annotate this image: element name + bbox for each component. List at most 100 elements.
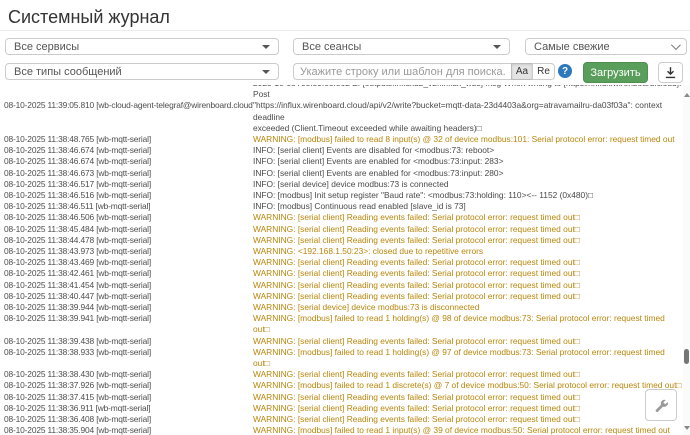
log-message: WARNING: [serial client] Reading events … — [253, 414, 580, 424]
log-row-body: WARNING: [serial client] Reading events … — [253, 280, 682, 291]
log-message: WARNING: [serial client] Reading events … — [253, 212, 580, 222]
log-row-body: WARNING: [serial client] Reading events … — [253, 392, 682, 403]
log-row: 08-10-2025 11:38:46.674 [wb-mqtt-serial]… — [4, 156, 682, 167]
question-glyph: ? — [562, 66, 568, 77]
log-row-meta: 08-10-2025 11:38:46.674 [wb-mqtt-serial] — [4, 156, 253, 167]
search-group: Aa Re — [293, 63, 555, 80]
log-message: 2025-10-08T08:39:05.862 E! [outputs.infl… — [253, 85, 681, 99]
log-row-body: WARNING: [serial client] Reading events … — [253, 403, 682, 414]
log-service-tag: [wb-mqtt-serial] — [96, 380, 151, 390]
log-service-tag: [wb-mqtt-serial] — [96, 414, 151, 424]
log-message: INFO: [serial client] Events are disable… — [253, 145, 494, 155]
log-service-tag: [wb-mqtt-serial] — [96, 313, 151, 323]
log-row-body: WARNING: [serial client] Reading events … — [253, 235, 682, 246]
log-message: WARNING: [serial client] Reading events … — [253, 280, 580, 290]
scroll-down-icon[interactable] — [684, 426, 690, 430]
log-service-tag: [wb-mqtt-serial] — [96, 280, 151, 290]
log-timestamp: 08-10-2025 11:38:37.926 — [4, 380, 94, 390]
scroll-up-icon[interactable] — [684, 93, 690, 97]
log-row: 08-10-2025 11:38:39.941 [wb-mqtt-serial]… — [4, 313, 682, 335]
log-row: 08-10-2025 11:39:05.810 [wb-cloud-agent-… — [4, 100, 682, 134]
log-timestamp: 08-10-2025 11:38:36.911 — [4, 403, 93, 413]
log-service-tag: [wb-mqtt-serial] — [96, 246, 151, 256]
log-message: WARNING: [serial client] Reading events … — [253, 291, 580, 301]
log-row-meta: 08-10-2025 11:38:46.673 [wb-mqtt-serial] — [4, 168, 253, 179]
log-row-meta: 08-10-2025 11:38:36.408 [wb-mqtt-serial] — [4, 414, 253, 425]
log-timestamp: 08-10-2025 11:38:45.484 — [4, 224, 94, 234]
log-message: WARNING: [serial client] Reading events … — [253, 369, 580, 379]
freshness-select[interactable]: Самые свежие — [525, 38, 687, 55]
log-row: 08-10-2025 11:38:46.506 [wb-mqtt-serial]… — [4, 212, 682, 223]
log-service-tag: [wb-mqtt-serial] — [96, 212, 151, 222]
log-message: WARNING: [modbus] failed to read 1 discr… — [253, 380, 681, 390]
log-timestamp: 08-10-2025 11:38:46.674 — [4, 156, 94, 166]
log-message: WARNING: [modbus] failed to read 8 input… — [253, 134, 675, 144]
log-row-meta: 08-10-2025 11:38:38.430 [wb-mqtt-serial] — [4, 369, 253, 380]
log-row: 08-10-2025 11:38:46.517 [wb-mqtt-serial]… — [4, 179, 682, 190]
log-row-body: WARNING: [serial client] Reading events … — [253, 336, 682, 347]
log-row-meta: 08-10-2025 11:38:35.904 [wb-mqtt-serial] — [4, 425, 253, 435]
log-timestamp: 08-10-2025 11:38:46.506 — [4, 212, 94, 222]
log-row: 08-10-2025 11:38:41.454 [wb-mqtt-serial]… — [4, 280, 682, 291]
settings-fab-button[interactable] — [645, 389, 677, 421]
message-types-select[interactable]: Все типы сообщений — [5, 63, 279, 80]
log-row-body: WARNING: [serial client] Reading events … — [253, 268, 682, 279]
log-row-body: INFO: [serial device] device modbus:73 i… — [253, 179, 682, 190]
caret-down-icon — [262, 45, 270, 49]
scrollbar-thumb[interactable] — [684, 349, 689, 364]
log-message: INFO: [modbus] Init setup register "Baud… — [253, 190, 593, 200]
sessions-select[interactable]: Все сеансы — [293, 38, 510, 55]
log-row-body: WARNING: [serial client] Reading events … — [253, 257, 682, 268]
log-timestamp: 08-10-2025 11:38:35.904 — [4, 425, 94, 435]
log-row-meta: 08-10-2025 11:38:46.511 [wb-mqtt-serial] — [4, 201, 253, 212]
message-types-select-value: Все типы сообщений — [14, 66, 256, 78]
log-timestamp: 08-10-2025 11:38:39.438 — [4, 336, 94, 346]
log-row-meta: 08-10-2025 11:38:43.469 [wb-mqtt-serial] — [4, 257, 253, 268]
log-row: 08-10-2025 11:38:48.765 [wb-mqtt-serial]… — [4, 134, 682, 145]
log-scrollbar[interactable] — [683, 85, 690, 435]
log-timestamp: 08-10-2025 11:38:43.469 — [4, 257, 94, 267]
log-row-body: INFO: [modbus] Init setup register "Baud… — [253, 190, 682, 201]
search-input[interactable] — [293, 63, 511, 80]
page-header: Системный журнал — [0, 0, 690, 31]
download-button[interactable] — [658, 62, 683, 83]
question-icon[interactable]: ? — [558, 64, 572, 78]
log-service-tag: [wb-cloud-agent-telegraf@wirenboard.clou… — [96, 100, 253, 110]
log-row: 08-10-2025 11:38:36.408 [wb-mqtt-serial]… — [4, 414, 682, 425]
log-timestamp: 08-10-2025 11:38:37.415 — [4, 392, 94, 402]
log-row-body: WARNING: [serial client] Reading events … — [253, 414, 682, 425]
log-row: 08-10-2025 11:38:35.904 [wb-mqtt-serial]… — [4, 425, 682, 435]
log-row: 08-10-2025 11:38:39.944 [wb-mqtt-serial]… — [4, 302, 682, 313]
services-select-value: Все сервисы — [14, 41, 256, 53]
log-message: WARNING: [serial client] Reading events … — [253, 257, 580, 267]
log-row-meta: 08-10-2025 11:39:05.810 [wb-cloud-agent-… — [4, 100, 253, 111]
log-message: WARNING: [modbus] failed to read 1 input… — [253, 425, 670, 435]
log-row-body: WARNING: [modbus] failed to read 8 input… — [253, 134, 682, 145]
regex-toggle[interactable]: Re — [532, 63, 555, 80]
log-list: 2025-10-08T08:39:05.862 E! [outputs.infl… — [4, 85, 682, 435]
services-select[interactable]: Все сервисы — [5, 38, 279, 55]
log-timestamp: 08-10-2025 11:38:46.516 — [4, 190, 94, 200]
log-message: INFO: [serial client] Events are enabled… — [253, 168, 503, 178]
log-row-body: WARNING: [modbus] failed to read 1 discr… — [253, 380, 682, 391]
log-service-tag: [wb-mqtt-serial] — [96, 302, 151, 312]
log-message-continuation: exceeded (Client.Timeout exceeded while … — [253, 123, 682, 134]
log-service-tag: [wb-mqtt-serial] — [96, 224, 151, 234]
load-button[interactable]: Загрузить — [583, 62, 648, 83]
log-timestamp: 08-10-2025 11:38:39.941 — [4, 313, 94, 323]
case-sensitive-toggle[interactable]: Aa — [511, 63, 532, 80]
log-timestamp: 08-10-2025 11:38:40.447 — [4, 291, 94, 301]
log-message: WARNING: [serial client] Reading events … — [253, 336, 580, 346]
log-service-tag: [wb-mqtt-serial] — [96, 403, 151, 413]
log-row-body: WARNING: <192.168.1.50:23>: closed due t… — [253, 246, 682, 257]
case-toggle-label: Aa — [516, 66, 528, 77]
log-row-body: INFO: [modbus] Continuous read enabled [… — [253, 201, 682, 212]
log-row: 08-10-2025 11:38:40.447 [wb-mqtt-serial]… — [4, 291, 682, 302]
log-row-meta: 08-10-2025 11:38:46.517 [wb-mqtt-serial] — [4, 179, 253, 190]
log-service-tag: [wb-mqtt-serial] — [96, 134, 151, 144]
log-row: 08-10-2025 11:38:46.674 [wb-mqtt-serial]… — [4, 145, 682, 156]
log-service-tag: [wb-mqtt-serial] — [96, 201, 151, 211]
wrench-icon — [654, 398, 669, 413]
log-row-body: WARNING: [serial client] Reading events … — [253, 212, 682, 223]
log-row-body: WARNING: [serial client] Reading events … — [253, 291, 682, 302]
